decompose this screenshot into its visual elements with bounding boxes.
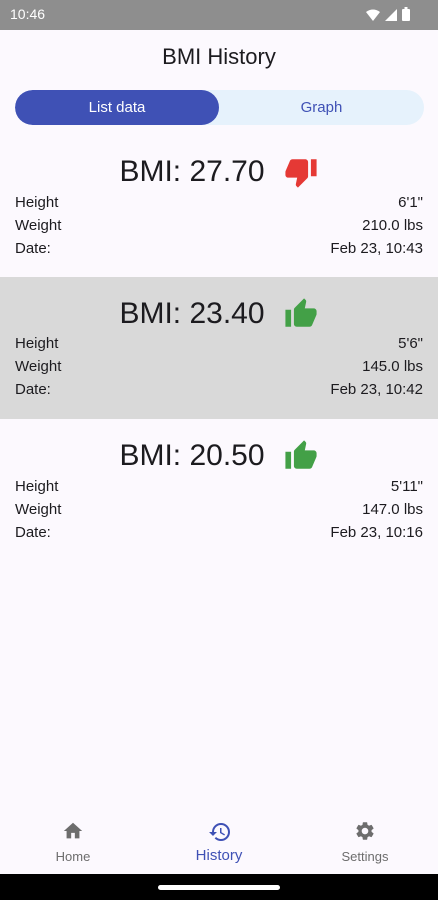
- nav-settings-label: Settings: [341, 849, 389, 864]
- bmi-value: BMI: 27.70: [119, 155, 265, 188]
- battery-icon: [402, 7, 410, 26]
- home-gesture-handle[interactable]: [158, 885, 280, 890]
- home-icon: [63, 822, 83, 839]
- height-value: 5'11": [390, 478, 423, 495]
- nav-settings[interactable]: Settings: [292, 808, 438, 874]
- height-row: Height 5'11": [15, 478, 423, 500]
- system-gesture-bar: [0, 874, 438, 900]
- bmi-row: BMI: 20.50: [0, 426, 438, 486]
- tab-list-data[interactable]: List data: [15, 90, 219, 125]
- history-entry[interactable]: BMI: 27.70 Height 6'1" Weight 210.0 lbs …: [0, 142, 438, 284]
- weight-value: 210.0 lbs: [362, 217, 423, 234]
- nav-history[interactable]: History: [146, 808, 292, 874]
- bmi-value: BMI: 23.40: [119, 297, 265, 330]
- weight-label: Weight: [15, 217, 62, 234]
- history-entry[interactable]: BMI: 23.40 Height 5'6" Weight 145.0 lbs …: [0, 277, 438, 419]
- height-row: Height 6'1": [15, 194, 423, 216]
- nav-history-label: History: [195, 847, 243, 864]
- weight-row: Weight 145.0 lbs: [15, 358, 423, 380]
- thumbs-up-icon: [283, 439, 319, 473]
- weight-label: Weight: [15, 358, 62, 375]
- bmi-value: BMI: 20.50: [119, 439, 265, 472]
- tab-graph[interactable]: Graph: [219, 90, 424, 125]
- signal-icon: [385, 8, 397, 26]
- wifi-icon: [366, 8, 380, 26]
- thumbs-down-icon: [283, 155, 319, 189]
- height-label: Height: [15, 194, 59, 211]
- weight-value: 147.0 lbs: [362, 501, 423, 518]
- history-entry[interactable]: BMI: 20.50 Height 5'11" Weight 147.0 lbs…: [0, 426, 438, 568]
- nav-home[interactable]: Home: [0, 808, 146, 874]
- date-label: Date:: [15, 381, 51, 398]
- page-title: BMI History: [162, 44, 276, 69]
- height-label: Height: [15, 335, 59, 352]
- view-toggle: List data Graph: [15, 90, 424, 125]
- status-time: 10:46: [10, 6, 46, 22]
- date-value: Feb 23, 10:43: [330, 240, 423, 257]
- date-value: Feb 23, 10:16: [330, 524, 423, 541]
- bottom-nav: Home History Settings: [0, 808, 438, 874]
- status-bar: 10:46: [0, 0, 438, 30]
- date-value: Feb 23, 10:42: [330, 381, 423, 398]
- height-value: 6'1": [398, 194, 423, 211]
- height-label: Height: [15, 478, 59, 495]
- date-row: Date: Feb 23, 10:42: [15, 381, 423, 403]
- date-label: Date:: [15, 524, 51, 541]
- weight-row: Weight 210.0 lbs: [15, 217, 423, 239]
- date-label: Date:: [15, 240, 51, 257]
- height-value: 5'6": [398, 335, 423, 352]
- weight-label: Weight: [15, 501, 62, 518]
- weight-value: 145.0 lbs: [362, 358, 423, 375]
- bmi-row: BMI: 27.70: [0, 142, 438, 202]
- nav-home-label: Home: [55, 849, 91, 864]
- status-icons: [366, 7, 410, 26]
- history-icon: [209, 823, 230, 841]
- weight-row: Weight 147.0 lbs: [15, 501, 423, 523]
- date-row: Date: Feb 23, 10:16: [15, 524, 423, 546]
- height-row: Height 5'6": [15, 335, 423, 357]
- thumbs-up-icon: [283, 297, 319, 331]
- gear-icon: [356, 822, 374, 840]
- date-row: Date: Feb 23, 10:43: [15, 240, 423, 262]
